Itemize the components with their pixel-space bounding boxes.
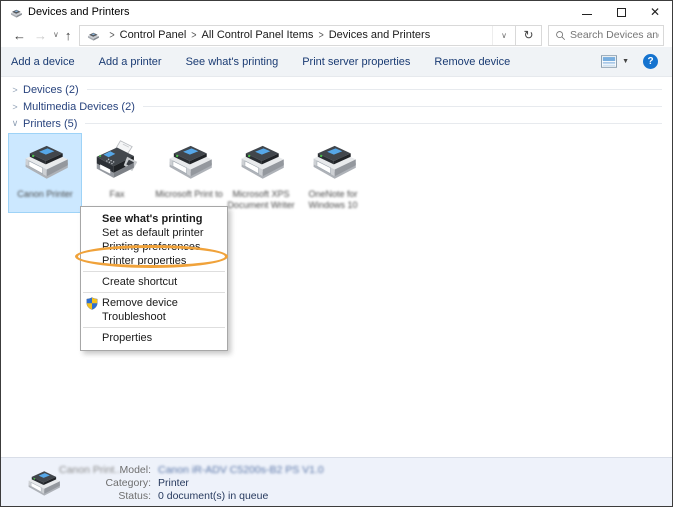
menu-item-troubleshoot[interactable]: Troubleshoot (81, 310, 227, 324)
printer-tile-microsoft-print-to[interactable]: Microsoft Print to (153, 134, 225, 212)
details-pane: Canon Print... Model: Canon iR-ADV C5200… (1, 457, 672, 506)
uac-shield-icon (86, 297, 98, 310)
printers-list: Canon Printer Fax Microsoft Print to Mic… (1, 134, 672, 212)
chevron-down-icon: ▼ (622, 58, 629, 65)
add-a-device-button[interactable]: Add a device (11, 56, 75, 68)
fax-icon (90, 138, 144, 184)
context-menu: See what's printing Set as default print… (80, 206, 228, 351)
help-icon: ? (647, 56, 653, 67)
breadcrumb-all-control-panel-items[interactable]: All Control Panel Items (202, 29, 314, 41)
change-view-button[interactable]: ▼ (601, 55, 629, 68)
maximize-button[interactable] (604, 1, 638, 23)
search-icon (555, 30, 566, 41)
see-whats-printing-button[interactable]: See what's printing (186, 56, 279, 68)
printer-tile-canon[interactable]: Canon Printer (9, 134, 81, 212)
detail-row-model: Model: Canon iR-ADV C5200s-B2 PS V1.0 (91, 463, 324, 476)
menu-item-printing-preferences[interactable]: Printing preferences (81, 240, 227, 254)
device-details: Model: Canon iR-ADV C5200s-B2 PS V1.0 Ca… (91, 463, 324, 502)
maximize-icon (617, 8, 626, 17)
menu-separator (83, 292, 225, 293)
breadcrumb-separator-icon: > (191, 29, 196, 41)
menu-item-set-as-default-printer[interactable]: Set as default printer (81, 226, 227, 240)
breadcrumb-devices-and-printers[interactable]: Devices and Printers (329, 29, 431, 41)
close-button[interactable]: ✕ (638, 1, 672, 23)
refresh-button[interactable]: ↻ (516, 25, 542, 46)
menu-item-properties[interactable]: Properties (81, 331, 227, 345)
printer-name: OneNote for Windows 10 (299, 189, 367, 211)
group-divider (143, 106, 662, 107)
group-divider (87, 89, 662, 90)
breadcrumb: > Control Panel > All Control Panel Item… (104, 29, 492, 41)
recent-locations-button[interactable]: ∨ (51, 31, 61, 39)
address-row: ← → ∨ ↑ > Control Panel > All Control Pa… (1, 23, 672, 47)
breadcrumb-separator-icon: > (109, 29, 114, 41)
devices-and-printers-icon (9, 6, 23, 18)
printer-icon (306, 138, 360, 184)
printer-tile-onenote[interactable]: OneNote for Windows 10 (297, 134, 369, 212)
printer-tile-xps-document-writer[interactable]: Microsoft XPS Document Writer (225, 134, 297, 212)
printer-name: Canon Printer (17, 189, 73, 200)
printer-icon (162, 138, 216, 184)
forward-button[interactable]: → (30, 29, 51, 42)
close-icon: ✕ (650, 6, 660, 18)
refresh-icon: ↻ (523, 28, 533, 42)
group-header-devices[interactable]: > Devices (2) (1, 81, 672, 98)
detail-row-category: Category: Printer (91, 476, 324, 489)
search-input[interactable] (570, 29, 659, 41)
printer-icon (18, 138, 72, 184)
menu-item-printer-properties[interactable]: Printer properties (81, 254, 227, 268)
menu-separator (83, 327, 225, 328)
devices-and-printers-icon (86, 29, 100, 41)
group-header-multimedia-devices[interactable]: > Multimedia Devices (2) (1, 98, 672, 115)
printer-name: Microsoft XPS Document Writer (227, 189, 295, 211)
help-button[interactable]: ? (643, 54, 658, 69)
chevron-right-icon: > (9, 102, 21, 112)
menu-item-remove-device[interactable]: Remove device (81, 296, 227, 310)
chevron-right-icon: > (9, 85, 21, 95)
chevron-down-icon: ∨ (501, 31, 507, 40)
devices-and-printers-window: Devices and Printers ✕ ← → ∨ ↑ > Control… (0, 0, 673, 507)
address-dropdown-button[interactable]: ∨ (492, 26, 515, 45)
printer-icon (23, 466, 63, 499)
minimize-button[interactable] (570, 1, 604, 23)
search-box[interactable] (548, 25, 664, 46)
up-button[interactable]: ↑ (61, 29, 76, 42)
printer-name: Microsoft Print to (155, 189, 223, 200)
minimize-icon (582, 14, 592, 15)
title-bar: Devices and Printers ✕ (1, 1, 672, 23)
back-button[interactable]: ← (9, 29, 30, 42)
breadcrumb-separator-icon: > (318, 29, 323, 41)
menu-item-create-shortcut[interactable]: Create shortcut (81, 275, 227, 289)
menu-separator (83, 271, 225, 272)
printer-name: Fax (109, 189, 124, 200)
up-arrow-icon: ↑ (65, 28, 72, 43)
detail-row-status: Status: 0 document(s) in queue (91, 489, 324, 502)
window-title: Devices and Printers (28, 6, 570, 18)
group-header-printers[interactable]: ∨ Printers (5) (1, 115, 672, 132)
command-bar: Add a device Add a printer See what's pr… (1, 47, 672, 77)
back-arrow-icon: ← (13, 28, 26, 43)
printer-tile-fax[interactable]: Fax (81, 134, 153, 212)
chevron-down-icon: ∨ (9, 118, 21, 129)
breadcrumb-control-panel[interactable]: Control Panel (120, 29, 187, 41)
menu-item-see-whats-printing[interactable]: See what's printing (81, 212, 227, 226)
add-a-printer-button[interactable]: Add a printer (99, 56, 162, 68)
print-server-properties-button[interactable]: Print server properties (302, 56, 410, 68)
view-options-icon (601, 55, 617, 68)
remove-device-button[interactable]: Remove device (434, 56, 510, 68)
address-bar[interactable]: > Control Panel > All Control Panel Item… (79, 25, 516, 46)
history-chevron-icon: ∨ (53, 30, 59, 39)
group-divider (85, 123, 662, 124)
printer-icon (234, 138, 288, 184)
forward-arrow-icon: → (34, 28, 47, 43)
